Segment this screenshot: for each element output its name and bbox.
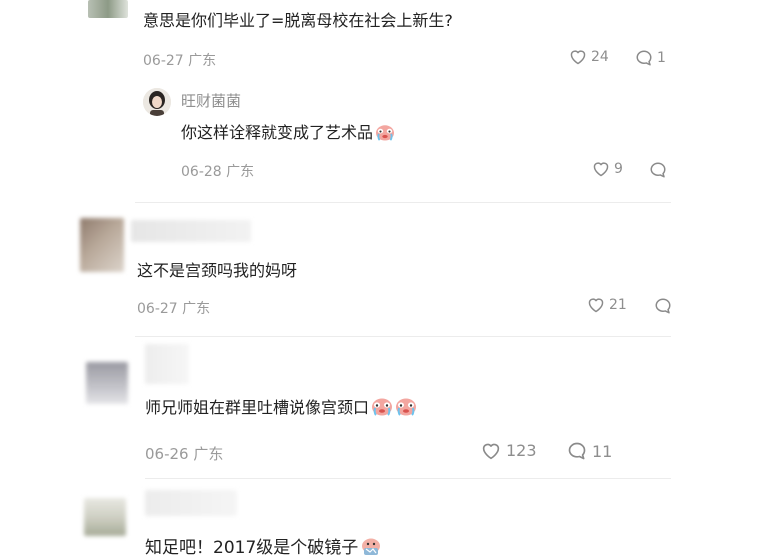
username-blurred[interactable] <box>131 220 251 242</box>
crying-face-emoji <box>375 123 395 141</box>
avatar[interactable] <box>80 218 124 272</box>
like-button[interactable]: 24 <box>569 49 609 65</box>
comment-bubble-icon <box>636 50 652 66</box>
comment-text: 意思是你们毕业了=脱离母校在社会上新生? <box>143 11 453 30</box>
reply-location: 广东 <box>226 164 255 180</box>
reply-like-count: 9 <box>614 161 623 177</box>
separator <box>135 202 671 203</box>
comment-text: 师兄师姐在群里吐槽说像宫颈口 <box>145 398 370 417</box>
comment-location: 广东 <box>182 301 211 317</box>
comment-bubble-icon <box>568 442 586 460</box>
avatar[interactable] <box>88 0 128 18</box>
comment-text: 这不是宫颈吗我的妈呀 <box>137 261 298 280</box>
like-button[interactable]: 123 <box>481 441 537 460</box>
avatar[interactable] <box>86 362 128 404</box>
reply-button[interactable] <box>654 297 672 315</box>
crying-face-emoji <box>395 396 417 416</box>
comment-location: 广东 <box>193 445 224 463</box>
comment-meta: 06-27 广东 <box>137 298 210 318</box>
reply-avatar[interactable] <box>143 88 171 116</box>
heart-icon <box>588 298 604 313</box>
reply-text-row: 你这样诠释就变成了艺术品 <box>181 119 395 143</box>
comment-location: 广东 <box>188 53 217 69</box>
reply-username[interactable]: 旺财菌菌 <box>181 90 241 111</box>
username-blurred[interactable] <box>145 344 189 384</box>
reply-count: 11 <box>592 441 613 461</box>
like-button[interactable]: 21 <box>587 297 627 313</box>
reply-like-button[interactable]: 9 <box>592 161 623 177</box>
reply-meta: 06-28 广东 <box>181 161 254 181</box>
comment-date: 06-26 <box>145 445 189 463</box>
like-count: 21 <box>609 297 627 313</box>
crying-face-emoji <box>371 396 393 416</box>
broken-mirror-emoji <box>360 536 382 556</box>
avatar-image <box>143 88 171 116</box>
comment-date: 06-27 <box>143 53 184 69</box>
comment-meta: 06-26 广东 <box>145 443 223 464</box>
reply-text: 你这样诠释就变成了艺术品 <box>181 123 374 142</box>
username-blurred[interactable] <box>145 490 237 516</box>
separator <box>145 478 671 479</box>
heart-icon <box>570 50 586 65</box>
reply-date: 06-28 <box>181 164 222 180</box>
reply-reply-button[interactable] <box>649 161 667 179</box>
like-count: 123 <box>506 441 537 460</box>
reply-button[interactable]: 11 <box>567 441 612 461</box>
reply-button[interactable]: 1 <box>635 49 666 67</box>
comment-bubble-icon <box>655 298 671 314</box>
comment-text: 知足吧！2017级是个破镜子 <box>145 538 359 558</box>
separator <box>135 336 671 337</box>
like-count: 24 <box>591 49 609 65</box>
comment-text-row: 知足吧！2017级是个破镜子 <box>145 533 382 558</box>
heart-icon <box>593 162 609 177</box>
comment-date: 06-27 <box>137 301 178 317</box>
comment-bubble-icon <box>650 162 666 178</box>
heart-icon <box>482 443 500 459</box>
comment-meta: 06-27 广东 <box>143 50 216 70</box>
avatar[interactable] <box>84 498 126 536</box>
reply-count: 1 <box>657 50 666 66</box>
comment-text-row: 师兄师姐在群里吐槽说像宫颈口 <box>145 394 417 418</box>
